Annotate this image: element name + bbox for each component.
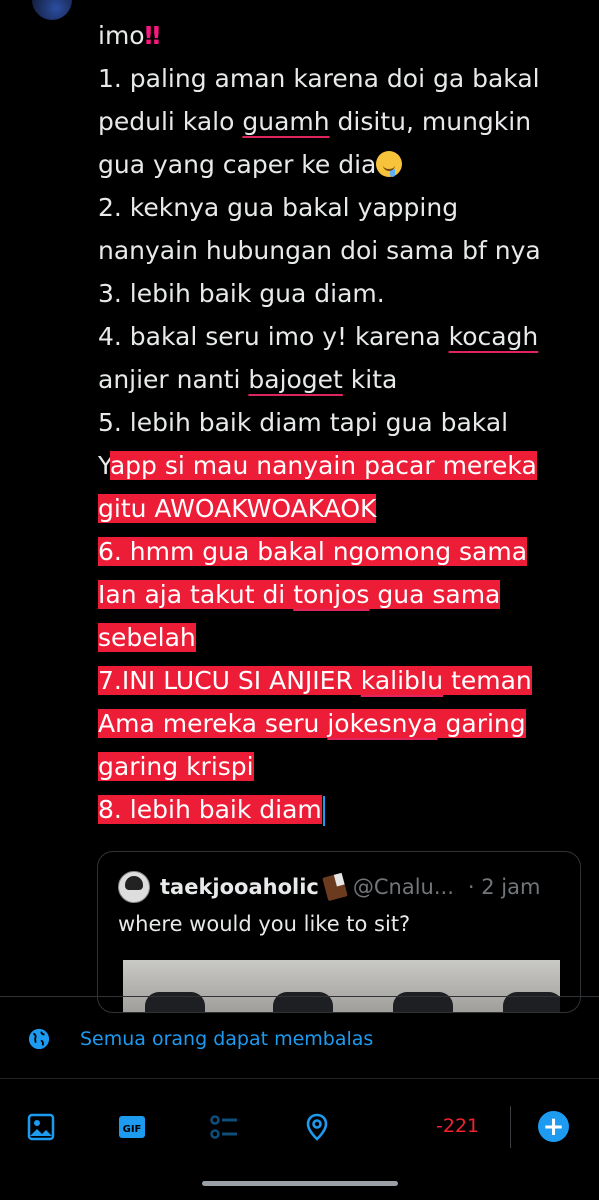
divider (0, 996, 599, 997)
post-line: 7.INI LUCU SI ANJIER kalibIu teman (98, 659, 588, 702)
character-count: -221 (436, 1115, 480, 1137)
post-line: sebelah (98, 616, 588, 659)
misspelled-word: guamh (242, 107, 330, 136)
post-line: peduli kalo guamh disitu, mungkin (98, 100, 588, 143)
post-line: garing krispi (98, 745, 588, 788)
quoted-post-text: where would you like to sit? (118, 912, 411, 936)
text-segment: kita (342, 365, 398, 394)
globe-icon (28, 1028, 50, 1050)
text-segment: anjier nanti (98, 365, 249, 394)
text-segment: Ama mereka seru (98, 709, 328, 738)
quoted-post-time: · 2 jam (467, 875, 541, 899)
text-segment: 7.INI LUCU SI ANJIER (98, 666, 361, 695)
quoted-post-header: taekjooaholic @Cnalu... · 2 jam (118, 871, 541, 903)
post-line: 2. keknya gua bakal yapping (98, 186, 588, 229)
text-segment: disitu, mungkin (329, 107, 532, 136)
text-segment: 4. bakal seru imo y! karena (98, 322, 449, 351)
text-segment: 8. lebih baik diam (98, 795, 322, 824)
post-line: gitu AWOAKWOAKAOK (98, 487, 588, 530)
text-segment: 3. lebih baik gua diam. (98, 279, 385, 308)
text-segment: teman (443, 666, 532, 695)
gif-icon[interactable]: GIF (117, 1112, 147, 1142)
post-line: imo‼ (98, 14, 588, 57)
text-segment: 5. lebih baik diam tapi gua bakal (98, 408, 509, 437)
location-icon[interactable] (302, 1112, 332, 1142)
text-segment: nanyain hubungan doi sama bf nya (98, 236, 541, 265)
post-line: 5. lebih baik diam tapi gua bakal (98, 401, 588, 444)
text-segment: 1. paling aman karena doi ga bakal (98, 64, 540, 93)
poll-icon (210, 1115, 237, 1139)
post-line: 4. bakal seru imo y! karena kocagh (98, 315, 588, 358)
text-cursor (322, 796, 325, 826)
misspelled-word: tonjos (293, 580, 370, 609)
post-text-editor[interactable]: imo‼ 1. paling aman karena doi ga bakal pe… (98, 14, 588, 831)
post-line: Yapp si mau nanyain pacar mereka (98, 444, 588, 487)
text-segment: garing krispi (98, 752, 254, 781)
quoted-post-image[interactable] (123, 960, 560, 1012)
text-segment: gua yang caper ke dia (98, 150, 377, 179)
text-segment: Y (98, 451, 110, 480)
divider (0, 1078, 599, 1079)
misspelled-word: kalibIu (360, 666, 444, 695)
text-segment: sebelah (98, 623, 196, 652)
post-line: nanyain hubungan doi sama bf nya (98, 229, 588, 272)
quoted-post-card[interactable]: taekjooaholic @Cnalu... · 2 jam where wo… (97, 851, 581, 1013)
quoted-author-avatar (118, 871, 150, 903)
double-exclamation-icon: ‼ (144, 21, 161, 50)
quoted-author-name: taekjooaholic (160, 875, 319, 899)
text-segment: 6. hmm gua bakal ngomong sama (98, 537, 528, 566)
toolbar-separator (510, 1106, 511, 1148)
misspelled-word: jokesnya (327, 709, 438, 738)
reply-setting[interactable]: Semua orang dapat membalas (28, 1023, 373, 1055)
text-segment: peduli kalo (98, 107, 243, 136)
text-segment: garing (437, 709, 526, 738)
post-line: Ian aja takut di tonjos gua sama (98, 573, 588, 616)
add-post-button[interactable]: + (538, 1111, 569, 1142)
post-line: gua yang caper ke dia (98, 143, 588, 186)
misspelled-word: kocagh (448, 322, 539, 351)
post-line: Ama mereka seru jokesnya garing (98, 702, 588, 745)
image-icon[interactable] (26, 1112, 56, 1142)
post-line: 6. hmm gua bakal ngomong sama (98, 530, 588, 573)
author-avatar (32, 0, 72, 20)
post-line: 1. paling aman karena doi ga bakal (98, 57, 588, 100)
quoted-author-handle: @Cnalu... (352, 875, 454, 899)
post-line: 3. lebih baik gua diam. (98, 272, 588, 315)
home-indicator[interactable] (202, 1181, 398, 1186)
text-segment: gitu AWOAKWOAKAOK (98, 494, 377, 523)
post-line: anjier nanti bajoget kita (98, 358, 588, 401)
text-segment: 2. keknya gua bakal yapping (98, 193, 459, 222)
text-segment: app si mau nanyain pacar mereka (109, 451, 537, 480)
plus-icon: + (542, 1111, 565, 1142)
drooling-face-icon (376, 151, 403, 177)
reply-setting-label[interactable]: Semua orang dapat membalas (80, 1028, 373, 1050)
misspelled-word: bajoget (248, 365, 343, 394)
text-segment: gua sama (369, 580, 501, 609)
text-segment: Ian aja takut di (98, 580, 294, 609)
post-line: 8. lebih baik diam (98, 788, 588, 831)
text-segment: imo (98, 21, 145, 50)
svg-text:GIF: GIF (123, 1124, 142, 1135)
chocolate-emoji-icon (322, 872, 348, 902)
